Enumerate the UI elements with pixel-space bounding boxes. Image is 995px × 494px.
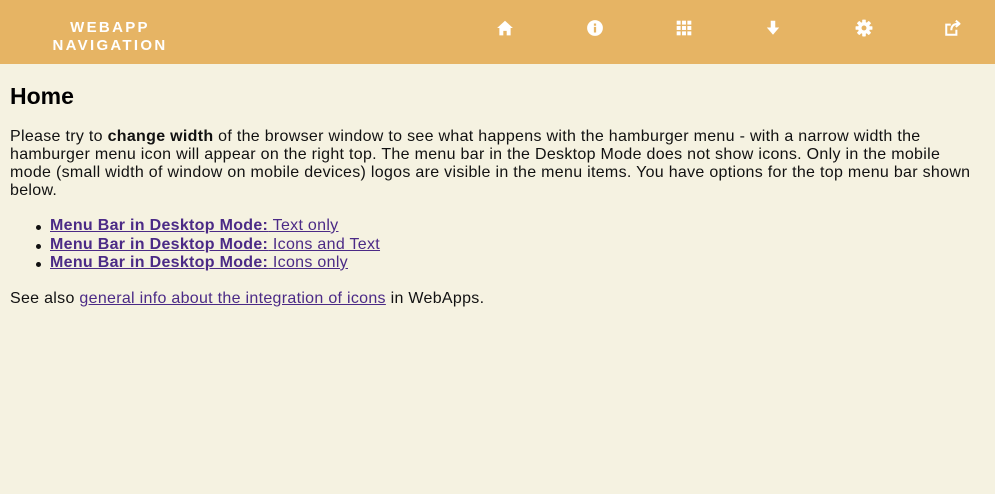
option-text: Text only xyxy=(268,217,339,234)
option-text: Icons and Text xyxy=(268,235,381,253)
option-label: Menu Bar in Desktop Mode: xyxy=(50,235,269,253)
brand-line-2: NAVIGATION xyxy=(52,37,168,54)
see-also-suffix: in WebApps. xyxy=(385,289,485,307)
page-title: Home xyxy=(10,83,74,109)
list-item: Menu Bar in Desktop Mode: Icons only xyxy=(32,254,985,273)
option-icons-only-link[interactable]: Menu Bar in Desktop Mode: Icons only xyxy=(50,254,348,271)
list-item: Menu Bar in Desktop Mode: Text only xyxy=(32,217,985,236)
main-content: Home Please try to change width of the b… xyxy=(10,82,985,308)
share-icon[interactable] xyxy=(942,17,964,39)
option-text: Icons only xyxy=(268,254,348,271)
see-also-paragraph: See also general info about the integrat… xyxy=(10,290,985,308)
menu-options-list: Menu Bar in Desktop Mode: Text only Menu… xyxy=(32,217,985,273)
option-icons-and-text-link[interactable]: Menu Bar in Desktop Mode: Icons and Text xyxy=(50,236,380,253)
see-also-prefix: See also xyxy=(10,289,80,307)
grid-icon[interactable] xyxy=(673,17,695,39)
intro-text-1: Please try to xyxy=(10,128,108,145)
icons-integration-link[interactable]: general info about the integration of ic… xyxy=(79,290,385,307)
top-menu-bar: WEBAPP NAVIGATION xyxy=(0,0,995,64)
brand-logo[interactable]: WEBAPP NAVIGATION xyxy=(40,19,180,55)
option-label: Menu Bar in Desktop Mode: xyxy=(50,217,269,234)
gear-icon[interactable] xyxy=(853,17,875,39)
intro-paragraph: Please try to change width of the browse… xyxy=(10,128,982,200)
download-icon[interactable] xyxy=(762,17,784,39)
list-item: Menu Bar in Desktop Mode: Icons and Text xyxy=(32,236,985,255)
brand-line-1: WEBAPP xyxy=(70,19,150,36)
home-icon[interactable] xyxy=(494,17,516,39)
intro-bold: change width xyxy=(107,128,214,145)
option-text-only-link[interactable]: Menu Bar in Desktop Mode: Text only xyxy=(50,217,338,234)
info-icon[interactable] xyxy=(584,17,606,39)
option-label: Menu Bar in Desktop Mode: xyxy=(50,254,269,271)
